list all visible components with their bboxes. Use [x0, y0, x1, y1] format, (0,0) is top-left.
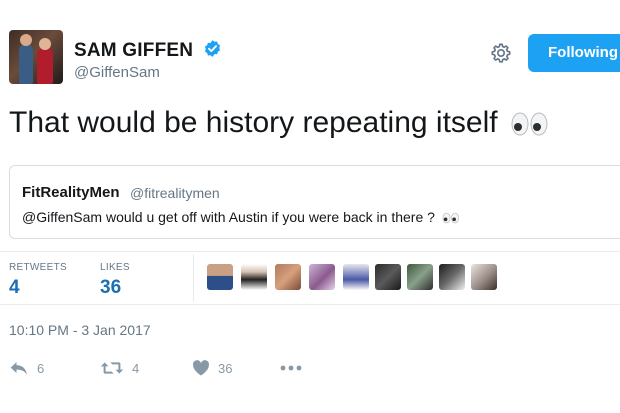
- more-action[interactable]: [280, 358, 302, 378]
- stats-divider-top: [0, 251, 620, 252]
- liker-avatar[interactable]: [309, 264, 335, 290]
- liker-avatar[interactable]: [275, 264, 301, 290]
- reply-action[interactable]: 6: [9, 358, 44, 378]
- avatar-head-1: [20, 34, 32, 46]
- retweet-action[interactable]: 4: [100, 358, 139, 378]
- eyes-emoji-icon: [511, 112, 548, 136]
- verified-badge-icon: [204, 40, 221, 57]
- eyes-emoji-icon: [442, 213, 459, 224]
- more-options-icon: [280, 365, 302, 371]
- likes-label: LIKES: [100, 262, 130, 273]
- author-handle[interactable]: @GiffenSam: [74, 64, 160, 81]
- tweet-text: That would be history repeating itself: [9, 106, 498, 139]
- reply-icon: [10, 362, 27, 375]
- liker-avatar[interactable]: [407, 264, 433, 290]
- quoted-tweet-text-line: @GiffenSam would u get off with Austin i…: [22, 209, 460, 225]
- retweet-icon: [100, 362, 124, 374]
- following-button[interactable]: Following: [528, 34, 620, 72]
- retweet-count: 4: [132, 360, 140, 376]
- tweet-text-line: That would be history repeating itself: [9, 106, 550, 140]
- heart-icon: [193, 360, 209, 376]
- stats-divider-bottom: [0, 304, 620, 305]
- avatar-figure-1: [19, 44, 33, 84]
- liker-avatar[interactable]: [471, 264, 497, 290]
- avatar-figure-2: [37, 48, 53, 84]
- likes-count[interactable]: 36: [100, 277, 121, 299]
- quoted-author-handle: @fitrealitymen: [130, 185, 220, 201]
- like-action[interactable]: 36: [192, 358, 232, 378]
- stats-separator: [193, 254, 194, 302]
- retweets-count[interactable]: 4: [9, 277, 20, 299]
- quoted-author-name: FitRealityMen: [22, 184, 120, 201]
- quoted-tweet[interactable]: FitRealityMen @fitrealitymen @GiffenSam …: [9, 165, 620, 239]
- reply-count: 6: [37, 360, 45, 376]
- liker-avatar[interactable]: [439, 264, 465, 290]
- like-count: 36: [218, 360, 233, 376]
- liker-avatar[interactable]: [343, 264, 369, 290]
- author-avatar[interactable]: [9, 30, 63, 84]
- avatar-head-2: [39, 38, 51, 50]
- liker-avatar[interactable]: [375, 264, 401, 290]
- retweets-label: RETWEETS: [9, 262, 67, 273]
- liker-avatar[interactable]: [207, 264, 233, 290]
- author-name[interactable]: SAM GIFFEN: [74, 40, 193, 62]
- quoted-tweet-text: @GiffenSam would u get off with Austin i…: [22, 209, 435, 225]
- tweet-timestamp[interactable]: 10:10 PM - 3 Jan 2017: [9, 322, 151, 338]
- liker-avatar[interactable]: [241, 264, 267, 290]
- gear-icon[interactable]: [490, 42, 512, 64]
